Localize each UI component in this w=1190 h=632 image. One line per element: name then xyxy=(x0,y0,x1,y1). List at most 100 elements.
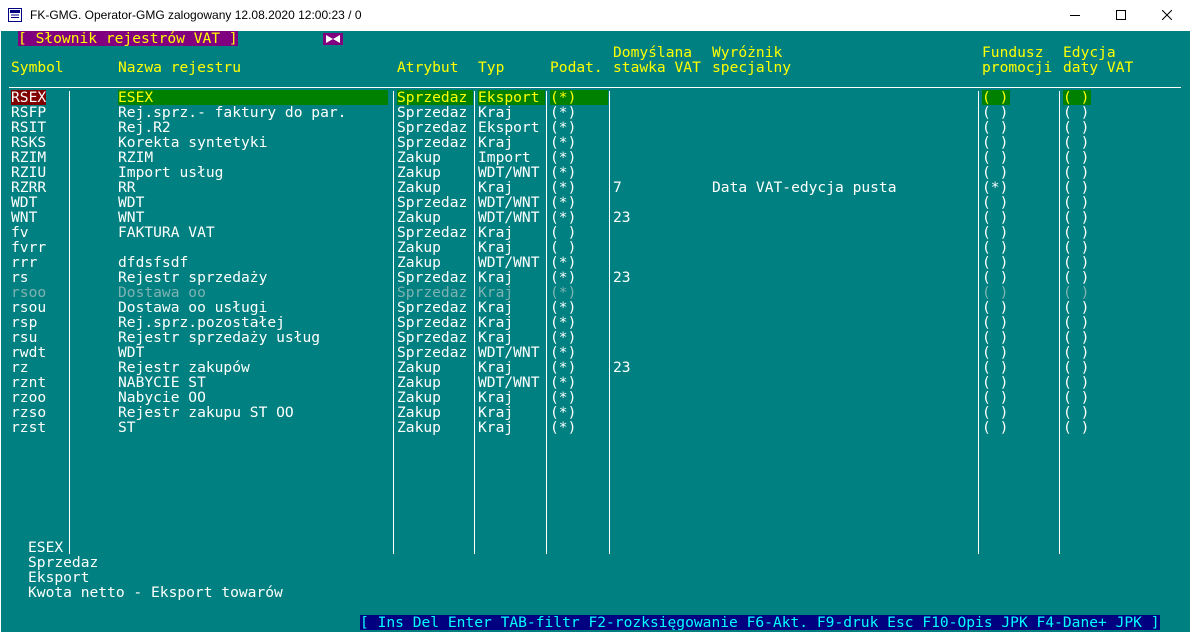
cell-edycja: ( ) xyxy=(1063,119,1090,136)
cell-atrybut: Zakup xyxy=(397,254,441,271)
cell-fundusz: ( ) xyxy=(982,269,1009,286)
table-row[interactable]: rzst ST Zakup Kraj (*) ( ) ( ) xyxy=(1,420,1190,435)
cell-fundusz: ( ) xyxy=(982,299,1009,316)
minimize-button[interactable] xyxy=(1052,0,1098,31)
cell-stawka: 23 xyxy=(613,209,631,226)
cell-edycja: ( ) xyxy=(1063,299,1090,316)
table-row[interactable]: fvrr Zakup Kraj ( ) ( ) ( ) xyxy=(1,240,1190,255)
column-header-stawka-line1: Domyślana xyxy=(613,44,693,61)
cell-nazwa: ST xyxy=(118,419,136,436)
cell-fundusz: ( ) xyxy=(982,284,1009,301)
cell-typ: WDT/WNT xyxy=(478,344,540,361)
cell-symbol: rrr xyxy=(11,254,38,271)
cell-typ: Kraj xyxy=(478,329,514,346)
cell-podat: (*) xyxy=(550,404,577,421)
cell-atrybut: Zakup xyxy=(397,374,441,391)
cell-podat: (*) xyxy=(550,314,577,331)
cell-typ: Kraj xyxy=(478,314,514,331)
column-header-podat: Podat. xyxy=(550,59,603,76)
cell-typ: WDT/WNT xyxy=(478,254,540,271)
table-row[interactable]: RSFP Rej.sprz.- faktury do par. Sprzedaz Kr… xyxy=(1,105,1190,120)
cell-symbol: rsu xyxy=(11,329,38,346)
cell-edycja: ( ) xyxy=(1063,134,1090,151)
column-header-edycja-line2: daty VAT xyxy=(1063,59,1134,76)
cell-symbol: rzoo xyxy=(11,389,47,406)
cell-symbol: fvrr xyxy=(11,239,47,256)
cell-symbol: rzst xyxy=(11,419,47,436)
cell-typ: Kraj xyxy=(478,224,514,241)
cell-typ: WDT/WNT xyxy=(478,194,540,211)
cell-nazwa: FAKTURA VAT xyxy=(118,224,215,241)
table-row[interactable]: RSEX ESEX Sprzedaz Eksport (*) ( ) ( ) xyxy=(1,90,1190,105)
close-button[interactable] xyxy=(1144,0,1190,31)
cell-atrybut: Sprzedaz xyxy=(397,224,468,241)
cell-podat: (*) xyxy=(550,284,577,301)
table-row[interactable]: rsou Dostawa oo usługi Sprzedaz Kraj (*) ( ) (… xyxy=(1,300,1190,315)
cell-atrybut: Sprzedaz xyxy=(397,329,468,346)
cell-edycja: ( ) xyxy=(1063,149,1090,166)
cell-atrybut: Sprzedaz xyxy=(397,299,468,316)
table-row[interactable]: RSIT Rej.R2 Sprzedaz Eksport (*) ( ) ( ) xyxy=(1,120,1190,135)
cell-fundusz: ( ) xyxy=(982,119,1009,136)
column-header-symbol: Symbol xyxy=(11,59,64,76)
cell-podat: (*) xyxy=(550,374,577,391)
table-row[interactable]: rsp Rej.sprz.pozostałej Sprzedaz Kraj (*) ( )… xyxy=(1,315,1190,330)
window-title: FK-GMG. Operator-GMG zalogowany 12.08.20… xyxy=(30,8,362,22)
cell-typ: Import xyxy=(478,149,531,166)
function-key-bar[interactable]: [ Ins Del Enter TAB-filtr F2-rozksięgowa… xyxy=(360,615,1160,630)
table-row[interactable]: RZRR RR Zakup Kraj (*) 7 Data VAT-edycja pusta… xyxy=(1,180,1190,195)
cell-podat: (*) xyxy=(550,389,577,406)
cell-edycja: ( ) xyxy=(1063,179,1090,196)
cell-nazwa: NABYCIE ST xyxy=(118,374,206,391)
cell-symbol: fv xyxy=(11,224,29,241)
cell-typ: Eksport xyxy=(478,119,540,136)
cell-podat: (*) xyxy=(550,299,577,316)
cell-nazwa: RZIM xyxy=(118,149,154,166)
cell-symbol: RSKS xyxy=(11,134,47,151)
cell-atrybut: Zakup xyxy=(397,359,441,376)
terminal-screen: [ Słownik rejestrów VAT ] Symbol Nazwa r… xyxy=(1,31,1190,632)
header-separator xyxy=(9,87,1181,88)
table-row[interactable]: fv FAKTURA VAT Sprzedaz Kraj ( ) ( ) ( ) xyxy=(1,225,1190,240)
cell-edycja: ( ) xyxy=(1063,164,1090,181)
detail-attribute: Sprzedaz xyxy=(28,554,99,571)
cell-symbol: RSFP xyxy=(11,104,47,121)
cell-fundusz: ( ) xyxy=(982,374,1009,391)
cell-nazwa: Dostawa oo xyxy=(118,284,206,301)
column-header-fundusz-line1: Fundusz xyxy=(982,44,1044,61)
table-row[interactable]: rzoo Nabycie OO Zakup Kraj (*) ( ) ( ) xyxy=(1,390,1190,405)
table-row[interactable]: rz Rejestr zakupów Zakup Kraj (*) 23 ( ) ( ) xyxy=(1,360,1190,375)
cell-podat: (*) xyxy=(550,164,577,181)
cell-nazwa: WDT xyxy=(118,194,145,211)
table-row[interactable]: rrr dfdsfsdf Zakup WDT/WNT (*) ( ) ( ) xyxy=(1,255,1190,270)
table-row[interactable]: rs Rejestr sprzedaży Sprzedaz Kraj (*) 23 ( ) (… xyxy=(1,270,1190,285)
cell-podat: (*) xyxy=(550,344,577,361)
cell-typ: Kraj xyxy=(478,389,514,406)
table-row[interactable]: rsu Rejestr sprzedaży usług Sprzedaz Kraj (*… xyxy=(1,330,1190,345)
cell-stawka: 23 xyxy=(613,269,631,286)
cell-atrybut: Sprzedaz xyxy=(397,104,468,121)
table-row[interactable]: rzso Rejestr zakupu ST OO Zakup Kraj (*) ( ) (… xyxy=(1,405,1190,420)
table-row[interactable]: rznt NABYCIE ST Zakup WDT/WNT (*) ( ) ( ) xyxy=(1,375,1190,390)
cell-stawka: 23 xyxy=(613,359,631,376)
table-row[interactable]: RZIM RZIM Zakup Import (*) ( ) ( ) xyxy=(1,150,1190,165)
table-row[interactable]: RSKS Korekta syntetyki Sprzedaz Kraj (*) ( ) (… xyxy=(1,135,1190,150)
cell-atrybut: Zakup xyxy=(397,179,441,196)
table-row[interactable]: rwdt WDT Sprzedaz WDT/WNT (*) ( ) ( ) xyxy=(1,345,1190,360)
cell-fundusz: ( ) xyxy=(982,89,1010,106)
bowtie-icon[interactable] xyxy=(323,33,343,45)
cell-edycja: ( ) xyxy=(1063,284,1090,301)
cell-podat: (*) xyxy=(550,359,577,376)
maximize-button[interactable] xyxy=(1098,0,1144,31)
table-row[interactable]: WDT WDT Sprzedaz WDT/WNT (*) ( ) ( ) xyxy=(1,195,1190,210)
cell-symbol: WDT xyxy=(11,194,38,211)
table-row[interactable]: rsoo Dostawa oo Sprzedaz Kraj (*) ( ) ( ) xyxy=(1,285,1190,300)
dialog-title: [ Słownik rejestrów VAT ] xyxy=(18,31,238,47)
column-header-fundusz-line2: promocji xyxy=(982,59,1053,76)
table-row[interactable]: RZIU Import usług Zakup WDT/WNT (*) ( ) ( ) xyxy=(1,165,1190,180)
cell-symbol: rzso xyxy=(11,404,47,421)
cell-nazwa: Dostawa oo usługi xyxy=(118,299,268,316)
table-row[interactable]: WNT WNT Zakup WDT/WNT (*) 23 ( ) ( ) xyxy=(1,210,1190,225)
cell-typ: Kraj xyxy=(478,419,514,436)
cell-edycja: ( ) xyxy=(1063,224,1090,241)
